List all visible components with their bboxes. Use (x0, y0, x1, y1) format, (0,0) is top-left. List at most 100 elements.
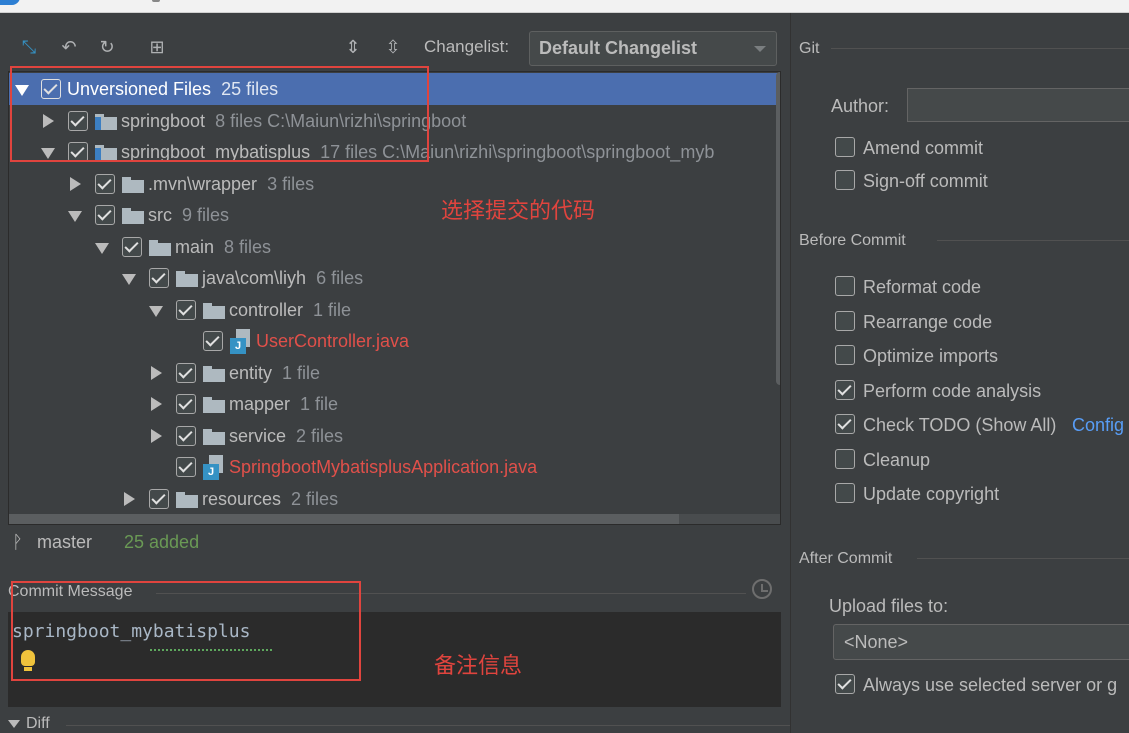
folder-icon (149, 240, 171, 256)
expand-arrow-icon[interactable] (124, 492, 135, 506)
vertical-scrollbar-thumb[interactable] (776, 72, 780, 385)
upload-server-value: <None> (844, 632, 909, 652)
git-section-title: Git (799, 40, 820, 57)
signoff-commit-checkbox[interactable] (835, 170, 855, 190)
expand-arrow-icon[interactable] (151, 366, 162, 380)
highlight-box-commit (11, 581, 361, 681)
changelist-dropdown[interactable]: Default Changelist (529, 31, 777, 66)
diff-toggle[interactable]: Diff (8, 715, 50, 733)
tree-row-springbootmybatisplusapplication-java[interactable]: J SpringbootMybatisplusApplication.java (9, 451, 780, 483)
tree-row-label: main (175, 237, 215, 257)
checkbox-controller[interactable] (176, 300, 196, 320)
always-use-server-checkbox[interactable] (835, 674, 855, 694)
configure-link[interactable]: Config (1072, 415, 1124, 441)
after-commit-title: After Commit (799, 550, 893, 567)
tree-row-meta: 2 files (296, 426, 344, 446)
cleanup-checkbox[interactable] (835, 449, 855, 469)
expand-arrow-icon[interactable] (149, 306, 163, 317)
checkbox-mapper[interactable] (176, 394, 196, 414)
collapse-all-icon[interactable]: ⇳ (382, 37, 404, 59)
changelist-label: Changelist: (424, 37, 510, 56)
show-diff-icon[interactable]: ⤡ (18, 37, 40, 59)
folder-icon (176, 492, 198, 508)
title-bar (0, 0, 1129, 13)
folder-icon (176, 271, 198, 287)
rollback-icon[interactable]: ↶ (58, 37, 80, 59)
diff-label: Diff (26, 715, 50, 732)
tree-row-label: entity (229, 363, 273, 383)
tree-row-label: java\com\liyh (202, 268, 307, 288)
checkbox-service[interactable] (176, 426, 196, 446)
folder-icon (122, 177, 144, 193)
chevron-down-icon (754, 46, 766, 52)
tree-row-mapper[interactable]: mapper 1 file (9, 388, 780, 420)
expand-arrow-icon[interactable] (122, 274, 136, 285)
author-input[interactable] (907, 88, 1129, 122)
expand-arrow-icon[interactable] (151, 429, 162, 443)
expand-all-icon[interactable]: ⇕ (342, 37, 364, 59)
checkbox-application-java[interactable] (176, 457, 196, 477)
folder-icon (203, 397, 225, 413)
reformat-code-checkbox[interactable] (835, 276, 855, 296)
title-text-fragment (152, 0, 160, 2)
tree-row-meta: 8 files (224, 237, 272, 257)
optimize-imports-checkbox[interactable] (835, 345, 855, 365)
tree-row-label: .mvn\wrapper (148, 174, 258, 194)
tree-row-meta: 1 file (313, 300, 352, 320)
highlight-box-tree (10, 66, 429, 162)
group-by-icon[interactable]: ⊞ (146, 37, 168, 59)
separator-line (831, 48, 1129, 49)
checkbox-usercontroller-java[interactable] (203, 331, 223, 351)
tree-row-label: UserController.java (256, 331, 410, 351)
expand-arrow-icon[interactable] (95, 243, 109, 254)
tree-row-resources[interactable]: resources 2 files (9, 483, 780, 515)
app-logo-icon (0, 0, 20, 5)
expand-arrow-icon[interactable] (151, 397, 162, 411)
horizontal-scrollbar-thumb[interactable] (9, 514, 679, 524)
tree-row-service[interactable]: service 2 files (9, 420, 780, 452)
tree-row-label: service (229, 426, 287, 446)
tree-row-usercontroller-java[interactable]: J UserController.java (9, 325, 780, 357)
checkbox-java-com-liyh[interactable] (149, 268, 169, 288)
tree-row-meta: 2 files (291, 489, 339, 509)
changelist-value: Default Changelist (539, 38, 698, 58)
update-copyright-checkbox[interactable] (835, 483, 855, 503)
tree-row-src[interactable]: src 9 files (9, 199, 780, 231)
annotation-remark-info: 备注信息 (434, 654, 523, 679)
checkbox-mvn-wrapper[interactable] (95, 174, 115, 194)
upload-server-select[interactable]: <None> (833, 624, 1129, 660)
checkbox-entity[interactable] (176, 363, 196, 383)
added-count: 25 added (124, 532, 200, 552)
tree-row-entity[interactable]: entity 1 file (9, 357, 780, 389)
separator-line (917, 558, 1129, 559)
tree-row-label: SpringbootMybatisplusApplication.java (229, 457, 538, 477)
checkbox-resources[interactable] (149, 489, 169, 509)
folder-icon (122, 208, 144, 224)
commit-options-panel: Git Author: Amend commit Sign-off commit… (790, 13, 1129, 733)
java-file-icon: J (203, 455, 225, 481)
tree-row-label: src (148, 205, 172, 225)
folder-icon (203, 303, 225, 319)
annotation-select-code: 选择提交的代码 (441, 199, 596, 224)
branch-name[interactable]: master (37, 532, 92, 553)
folder-icon (203, 429, 225, 445)
tree-row-mvn-wrapper[interactable]: .mvn\wrapper 3 files (9, 168, 780, 200)
rearrange-code-checkbox[interactable] (835, 311, 855, 331)
tree-row-java-com-liyh[interactable]: java\com\liyh 6 files (9, 262, 780, 294)
check-todo-checkbox[interactable] (835, 414, 855, 434)
java-file-icon: J (230, 329, 252, 355)
commit-history-icon[interactable] (752, 579, 772, 599)
refresh-icon[interactable]: ↻ (96, 37, 118, 59)
tree-row-meta: 3 files (267, 174, 315, 194)
amend-commit-checkbox[interactable] (835, 137, 855, 157)
tree-row-meta: 9 files (182, 205, 230, 225)
checkbox-src[interactable] (95, 205, 115, 225)
checkbox-main[interactable] (122, 237, 142, 257)
perform-analysis-checkbox[interactable] (835, 380, 855, 400)
expand-arrow-icon[interactable] (68, 211, 82, 222)
tree-row-meta: 1 file (300, 394, 339, 414)
tree-row-controller[interactable]: controller 1 file (9, 294, 780, 326)
tree-row-label: controller (229, 300, 304, 320)
expand-arrow-icon[interactable] (70, 177, 81, 191)
tree-row-main[interactable]: main 8 files (9, 231, 780, 263)
